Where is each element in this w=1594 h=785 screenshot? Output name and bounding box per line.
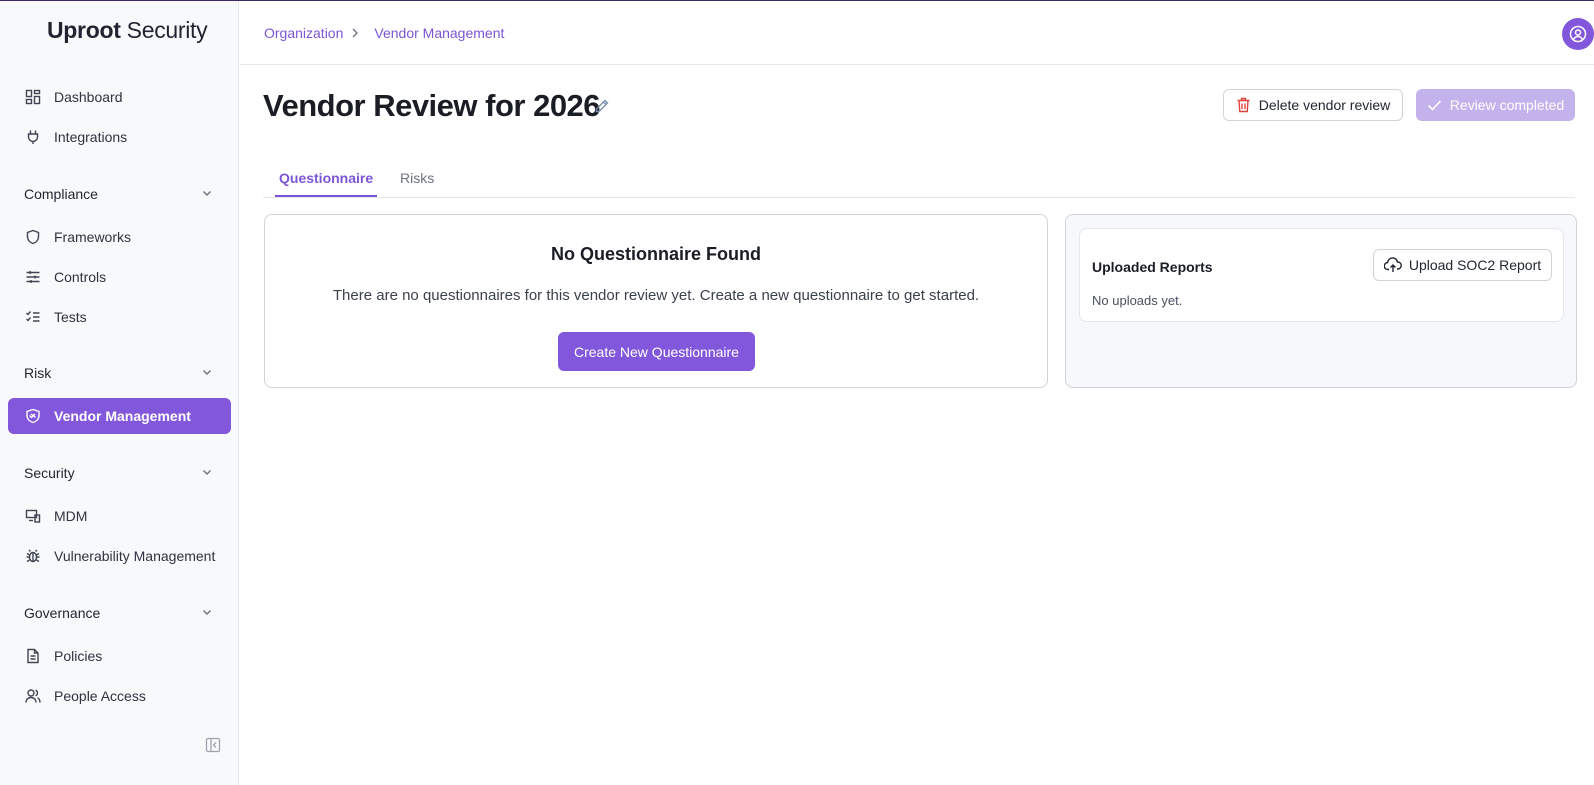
delete-vendor-review-button[interactable]: Delete vendor review [1223, 89, 1403, 121]
sidebar-section-risk[interactable]: Risk [8, 358, 231, 388]
sidebar-item-label: Dashboard [54, 89, 123, 105]
sidebar-item-label: Controls [54, 269, 107, 285]
chevron-down-icon [201, 365, 213, 381]
breadcrumb-vendor-management[interactable]: Vendor Management [374, 25, 504, 41]
review-completed-button[interactable]: Review completed [1416, 89, 1575, 121]
sidebar-item-vulnerability-management[interactable]: Vulnerability Management [8, 538, 231, 574]
sidebar-item-policies[interactable]: Policies [8, 638, 231, 674]
checklist-icon [24, 308, 42, 326]
reports-panel: Uploaded Reports Upload SOC2 Report No u… [1065, 214, 1577, 388]
empty-state-heading: No Questionnaire Found [551, 244, 761, 264]
sidebar: Uproot Security Dashboard Integrations C… [0, 1, 239, 785]
trash-icon [1236, 97, 1251, 113]
user-circle-icon [1569, 25, 1587, 43]
breadcrumb-organization[interactable]: Organization [264, 25, 343, 41]
chevron-down-icon [201, 465, 213, 481]
handshake-shield-icon [24, 407, 42, 425]
sidebar-item-label: Tests [54, 309, 87, 325]
brand-logo[interactable]: Uproot Security [47, 17, 208, 44]
user-avatar[interactable] [1562, 18, 1594, 50]
button-label: Review completed [1449, 97, 1565, 113]
document-icon [24, 647, 42, 665]
sidebar-item-label: Frameworks [54, 229, 132, 245]
sidebar-section-compliance[interactable]: Compliance [8, 179, 231, 209]
upload-soc2-report-button[interactable]: Upload SOC2 Report [1373, 249, 1552, 281]
cloud-upload-icon [1383, 257, 1402, 273]
no-uploads-text: No uploads yet. [1092, 293, 1183, 308]
tab-questionnaire[interactable]: Questionnaire [275, 170, 378, 197]
sidebar-section-security[interactable]: Security [8, 458, 231, 488]
sidebar-item-tests[interactable]: Tests [8, 299, 231, 335]
shield-icon [24, 228, 42, 246]
section-label: Security [24, 465, 75, 481]
sidebar-item-label: Vulnerability Management [54, 548, 216, 564]
sidebar-item-dashboard[interactable]: Dashboard [8, 79, 231, 115]
sidebar-item-controls[interactable]: Controls [8, 259, 231, 295]
sidebar-item-label: MDM [54, 508, 88, 524]
section-label: Risk [24, 365, 52, 381]
top-header: Organization Vendor Management [240, 1, 1594, 65]
uploaded-reports-title: Uploaded Reports [1092, 259, 1213, 275]
sidebar-item-label: People Access [54, 688, 146, 704]
chevron-right-icon [350, 27, 360, 39]
sidebar-item-label: Vendor Management [54, 408, 191, 424]
bug-icon [24, 547, 42, 565]
sidebar-item-frameworks[interactable]: Frameworks [8, 219, 231, 255]
sidebar-item-label: Integrations [54, 129, 128, 145]
sidebar-item-integrations[interactable]: Integrations [8, 119, 231, 155]
sidebar-item-label: Policies [54, 648, 103, 664]
button-label: Delete vendor review [1258, 97, 1391, 113]
chevron-down-icon [201, 605, 213, 621]
pencil-icon[interactable] [594, 98, 610, 114]
sidebar-item-mdm[interactable]: MDM [8, 498, 231, 534]
section-label: Compliance [24, 186, 98, 202]
sidebar-collapse-icon[interactable] [205, 737, 223, 755]
tab-risks[interactable]: Risks [396, 170, 438, 197]
page-title: Vendor Review for 2026 [263, 88, 601, 123]
sidebar-item-people-access[interactable]: People Access [8, 678, 231, 714]
check-icon [1427, 99, 1442, 112]
sidebar-item-vendor-management[interactable]: Vendor Management [8, 398, 231, 434]
chevron-down-icon [201, 186, 213, 202]
create-questionnaire-button[interactable]: Create New Questionnaire [558, 332, 755, 371]
button-label: Upload SOC2 Report [1408, 257, 1542, 273]
users-icon [24, 687, 42, 705]
sliders-icon [24, 268, 42, 286]
breadcrumb: Organization Vendor Management [264, 25, 504, 41]
dashboard-grid-icon [24, 88, 42, 106]
sidebar-section-governance[interactable]: Governance [8, 598, 231, 628]
tab-bar: Questionnaire Risks [263, 156, 1575, 198]
plug-icon [24, 128, 42, 146]
questionnaire-card: No Questionnaire Found There are no ques… [264, 214, 1048, 388]
section-label: Governance [24, 605, 101, 621]
uploaded-reports-card: Uploaded Reports Upload SOC2 Report No u… [1079, 228, 1564, 322]
empty-state-message: There are no questionnaires for this ven… [332, 287, 980, 304]
devices-icon [24, 507, 42, 525]
